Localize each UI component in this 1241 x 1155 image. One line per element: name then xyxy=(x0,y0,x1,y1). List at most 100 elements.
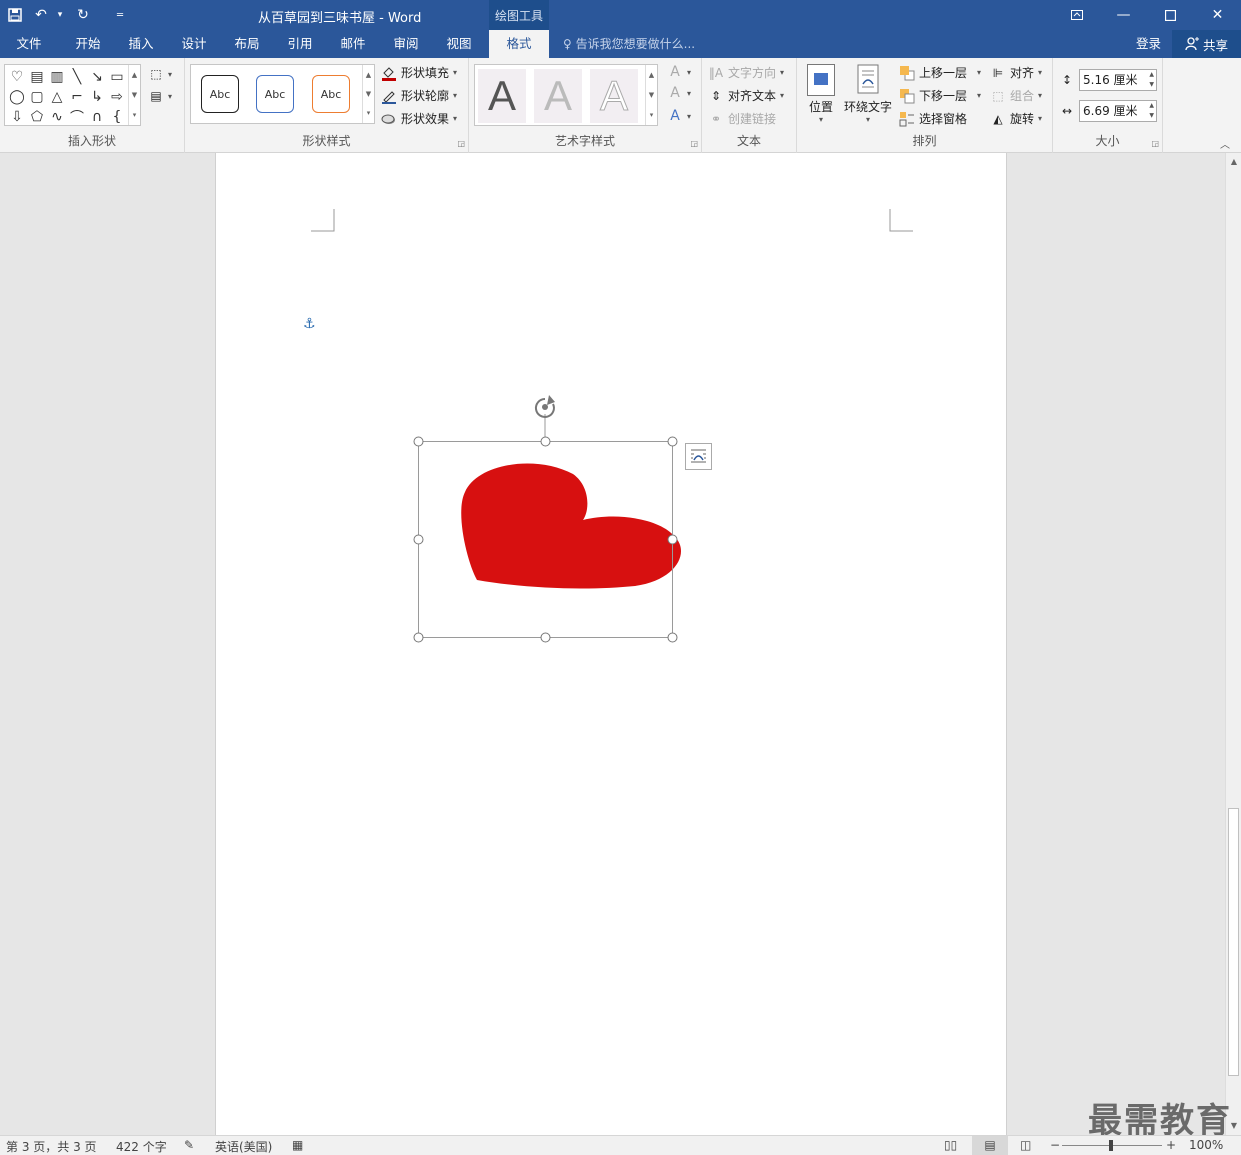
draw-text-box-button[interactable]: ▤ ▾ xyxy=(148,88,172,104)
tab-insert[interactable]: 插入 xyxy=(115,30,167,58)
triangle-shape-icon[interactable]: △ xyxy=(47,87,67,107)
shape-outline-button[interactable]: 形状轮廓 ▾ xyxy=(381,87,457,104)
tab-review[interactable]: 审阅 xyxy=(380,30,432,58)
tell-me-search[interactable]: ♀ 告诉我您想要做什么... xyxy=(563,30,695,58)
size-launcher-icon[interactable]: ◲ xyxy=(1151,139,1159,148)
resize-handle-bottom-right[interactable] xyxy=(667,632,678,643)
resize-handle-top-left[interactable] xyxy=(413,436,424,447)
web-layout-icon[interactable]: ◫ xyxy=(1020,1138,1031,1152)
elbow-connector-icon[interactable]: ⌐ xyxy=(67,87,87,107)
selected-shape[interactable] xyxy=(405,392,705,652)
shape-style-black[interactable]: Abc xyxy=(201,75,239,113)
elbow-arrow-connector-icon[interactable]: ↳ xyxy=(87,87,107,107)
tab-references[interactable]: 引用 xyxy=(274,30,326,58)
selection-pane-button[interactable]: 选择窗格 xyxy=(899,110,967,127)
zoom-in-icon[interactable]: + xyxy=(1166,1138,1176,1152)
bring-forward-button[interactable]: 上移一层 ▾ xyxy=(899,64,981,81)
shape-effects-button[interactable]: 形状效果 ▾ xyxy=(381,110,457,127)
word-count[interactable]: 422 个字 xyxy=(116,1138,167,1155)
maximize-icon[interactable] xyxy=(1147,0,1194,30)
redo-icon[interactable]: ↻ xyxy=(68,0,98,30)
tab-view[interactable]: 视图 xyxy=(433,30,485,58)
scroll-thumb[interactable] xyxy=(1228,808,1239,1076)
text-box-shape-icon[interactable]: ▤ xyxy=(27,67,47,87)
anchor-icon[interactable]: ⚓ xyxy=(303,316,316,332)
brace-shape-icon[interactable]: { xyxy=(107,107,127,127)
text-effects-button[interactable]: A ▾ xyxy=(667,108,691,124)
wordart-launcher-icon[interactable]: ◲ xyxy=(690,139,698,148)
line-shape-icon[interactable]: ╲ xyxy=(67,67,87,87)
shape-styles-launcher-icon[interactable]: ◲ xyxy=(457,139,465,148)
wrap-text-button[interactable]: 环绕文字 ▾ xyxy=(844,64,892,124)
language-indicator[interactable]: 英语(美国) xyxy=(215,1138,272,1155)
wordart-up-icon[interactable]: ▲ xyxy=(649,71,654,79)
wordart-down-icon[interactable]: ▼ xyxy=(649,91,654,99)
resize-handle-left[interactable] xyxy=(413,534,424,545)
tab-layout[interactable]: 布局 xyxy=(221,30,273,58)
save-icon[interactable] xyxy=(0,0,30,30)
collapse-ribbon-icon[interactable]: ︿ xyxy=(1220,136,1230,151)
text-outline-button[interactable]: A ▾ xyxy=(667,85,691,101)
tab-file[interactable]: 文件 xyxy=(0,30,58,58)
undo-icon[interactable]: ↶ xyxy=(30,0,52,30)
gallery-up-icon[interactable]: ▲ xyxy=(132,71,137,79)
align-text-button[interactable]: ⇕ 对齐文本 ▾ xyxy=(708,87,784,104)
heart-shape-icon[interactable]: ♡ xyxy=(7,67,27,87)
vertical-text-box-icon[interactable]: ▥ xyxy=(47,67,67,87)
text-fill-button[interactable]: A ▾ xyxy=(667,64,691,80)
heart-shape[interactable] xyxy=(461,463,682,589)
styles-down-icon[interactable]: ▼ xyxy=(366,90,371,98)
shapes-gallery[interactable]: ♡ ▤ ▥ ╲ ↘ ▭ ◯ ▢ △ ⌐ ↳ ⇨ ⇩ ⬠ ∿ ⌒ ∩ { ▲ ▼ … xyxy=(4,64,141,126)
arrow-line-shape-icon[interactable]: ↘ xyxy=(87,67,107,87)
shape-width-input[interactable]: 6.69 厘米 ▲ ▼ xyxy=(1079,100,1157,122)
shape-style-blue[interactable]: Abc xyxy=(256,75,294,113)
proofing-icon[interactable]: ✎ xyxy=(184,1138,194,1152)
zoom-level[interactable]: 100% xyxy=(1189,1138,1223,1152)
shape-height-input[interactable]: 5.16 厘米 ▲ ▼ xyxy=(1079,69,1157,91)
wordart-more-icon[interactable]: ▾ xyxy=(650,111,654,119)
tab-format[interactable]: 格式 xyxy=(489,30,549,58)
align-button[interactable]: ⊫ 对齐 ▾ xyxy=(990,64,1042,81)
print-layout-icon[interactable]: ▤ xyxy=(972,1136,1008,1155)
gallery-more-icon[interactable]: ▾ xyxy=(133,111,137,119)
wordart-style-light[interactable]: A xyxy=(534,69,582,123)
edit-shape-button[interactable]: ⬚ ▾ xyxy=(148,66,172,82)
position-button[interactable]: 位置 ▾ xyxy=(807,64,835,124)
scroll-up-icon[interactable]: ▲ xyxy=(1226,157,1241,166)
group-objects-button[interactable]: ⬚ 组合 ▾ xyxy=(990,87,1042,104)
undo-dropdown-icon[interactable]: ▾ xyxy=(52,0,68,30)
wordart-style-outline[interactable]: A xyxy=(590,69,638,123)
vertical-scrollbar[interactable]: ▲ ▼ xyxy=(1225,153,1241,1135)
height-spinner-icon[interactable]: ▲ ▼ xyxy=(1149,70,1154,90)
curve-shape-icon[interactable]: ∩ xyxy=(87,107,107,127)
tab-mailings[interactable]: 邮件 xyxy=(327,30,379,58)
arc-shape-icon[interactable]: ⌒ xyxy=(67,107,87,127)
shape-fill-button[interactable]: 形状填充 ▾ xyxy=(381,64,457,81)
resize-handle-bottom-left[interactable] xyxy=(413,632,424,643)
styles-more-icon[interactable]: ▾ xyxy=(367,109,371,117)
read-mode-icon[interactable]: ▯▯ xyxy=(944,1138,957,1152)
tab-design[interactable]: 设计 xyxy=(168,30,220,58)
resize-handle-top[interactable] xyxy=(540,436,551,447)
gallery-down-icon[interactable]: ▼ xyxy=(132,91,137,99)
rotate-handle-icon[interactable] xyxy=(534,395,555,418)
down-arrow-shape-icon[interactable]: ⇩ xyxy=(7,107,27,127)
resize-handle-top-right[interactable] xyxy=(667,436,678,447)
page-count[interactable]: 第 3 页，共 3 页 xyxy=(6,1138,97,1155)
shape-style-orange[interactable]: Abc xyxy=(312,75,350,113)
right-arrow-shape-icon[interactable]: ⇨ xyxy=(107,87,127,107)
styles-up-icon[interactable]: ▲ xyxy=(366,71,371,79)
layout-options-button[interactable] xyxy=(685,443,712,470)
share-button[interactable]: 共享 xyxy=(1172,30,1241,58)
customize-qat-icon[interactable]: ═ xyxy=(98,0,142,30)
wordart-gallery[interactable]: A A A ▲ ▼ ▾ xyxy=(474,64,658,126)
minimize-icon[interactable]: — xyxy=(1100,0,1147,30)
send-backward-button[interactable]: 下移一层 ▾ xyxy=(899,87,981,104)
tab-home[interactable]: 开始 xyxy=(62,30,114,58)
macro-record-icon[interactable]: ▦ xyxy=(292,1138,303,1152)
width-spinner-icon[interactable]: ▲ ▼ xyxy=(1149,101,1154,121)
resize-handle-right[interactable] xyxy=(667,534,678,545)
zoom-slider-thumb[interactable] xyxy=(1109,1140,1113,1151)
oval-shape-icon[interactable]: ◯ xyxy=(7,87,27,107)
rotate-button[interactable]: ◭ 旋转 ▾ xyxy=(990,110,1042,127)
